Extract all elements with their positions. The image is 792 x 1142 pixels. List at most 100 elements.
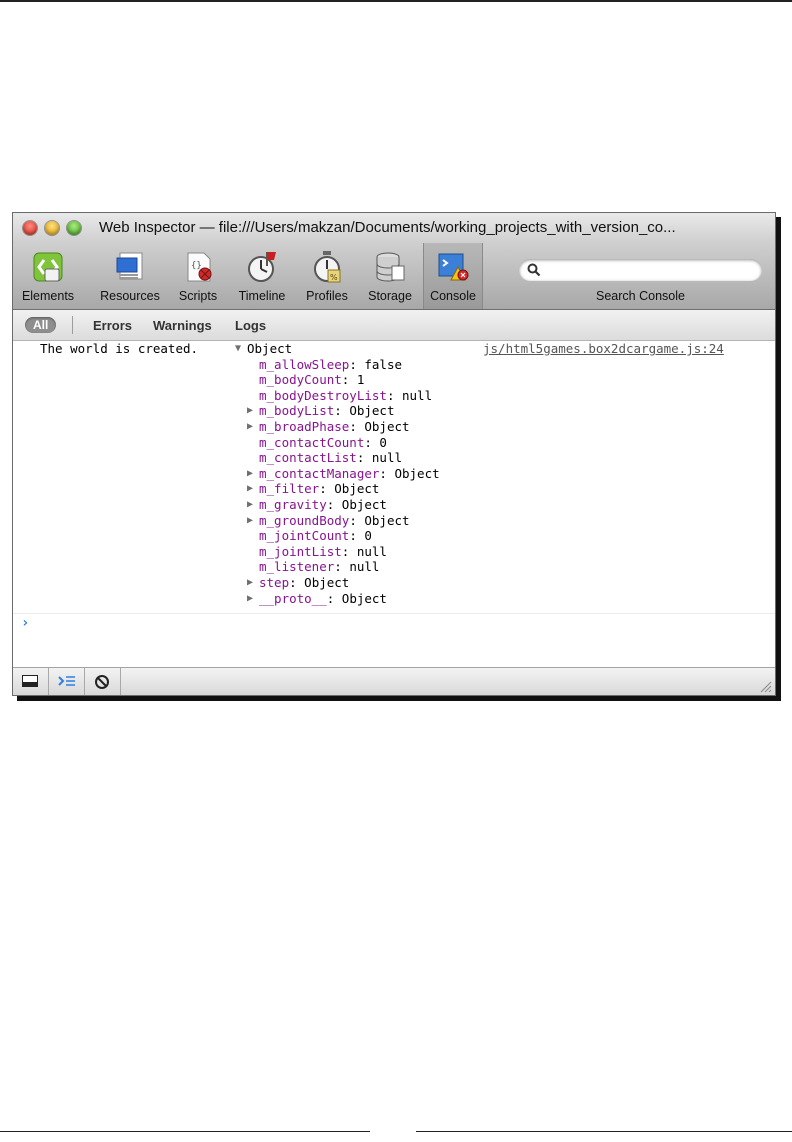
property-label: m_allowSleep: false	[259, 357, 402, 373]
console-filter-bar: All Errors Warnings Logs	[13, 310, 775, 341]
property-value: Object	[364, 512, 410, 528]
property-key: m_filter	[259, 481, 320, 497]
profiles-icon: %	[311, 250, 343, 284]
web-inspector-window: Web Inspector — file:///Users/makzan/Doc…	[12, 212, 776, 696]
property-separator: :	[319, 481, 335, 497]
search-console-input[interactable]	[545, 261, 754, 281]
clear-console-button[interactable]	[85, 668, 121, 695]
property-value: null	[371, 450, 403, 466]
property-value: null	[356, 543, 387, 559]
disclosure-collapsed-icon[interactable]: ▶	[247, 591, 257, 607]
tab-scripts[interactable]: {} Scripts	[173, 243, 223, 309]
minimize-window-button[interactable]	[45, 221, 59, 235]
disclosure-collapsed-icon[interactable]: ▶	[247, 513, 257, 529]
property-label: m_listener: null	[259, 559, 379, 575]
timeline-icon	[246, 250, 278, 284]
tab-resources[interactable]: Resources	[95, 243, 165, 309]
search-icon	[527, 263, 541, 277]
filter-separator	[72, 316, 73, 334]
disclosure-collapsed-icon[interactable]: ▶	[247, 575, 257, 591]
property-label: m_groundBody: Object	[259, 513, 410, 529]
property-label: step: Object	[259, 575, 349, 591]
property-separator: :	[364, 434, 380, 450]
property-value: 0	[364, 528, 372, 544]
property-separator: :	[341, 372, 357, 388]
property-separator: :	[349, 528, 365, 544]
console-icon	[437, 250, 469, 284]
tab-resources-label: Resources	[100, 289, 160, 303]
property-separator: :	[341, 543, 357, 559]
dock-toggle-button[interactable]	[13, 668, 49, 695]
tab-elements[interactable]: Elements	[19, 243, 77, 309]
property-separator: :	[326, 497, 342, 512]
property-value: Object	[364, 419, 410, 434]
property-separator: :	[334, 559, 350, 575]
console-toggle-button[interactable]	[49, 668, 85, 695]
property-separator: :	[334, 403, 350, 419]
property-label: __proto__: Object	[259, 591, 387, 607]
property-label: m_filter: Object	[259, 481, 379, 497]
disclosure-collapsed-icon[interactable]: ▶	[247, 403, 257, 419]
property-value: 1	[356, 372, 365, 388]
property-label: m_contactCount: 0	[259, 435, 387, 451]
console-prompt-list-icon	[58, 676, 75, 686]
toolbar: Elements Resources {} Scripts Timeline %…	[13, 243, 775, 310]
filter-logs-button[interactable]: Logs	[235, 318, 266, 333]
property-key: __proto__	[259, 590, 327, 606]
property-key: m_contactList	[259, 450, 357, 466]
tab-profiles[interactable]: % Profiles	[301, 243, 353, 309]
disclosure-collapsed-icon[interactable]: ▶	[247, 466, 257, 482]
elements-icon	[32, 250, 64, 284]
property-value: 0	[379, 434, 387, 450]
tab-storage-label: Storage	[368, 289, 412, 303]
console-prompt-divider	[13, 613, 775, 614]
console-prompt-input[interactable]	[39, 615, 763, 633]
console-output: The world is created. ▼ Object m_allowSl…	[13, 341, 775, 667]
property-separator: :	[349, 419, 365, 434]
property-key: m_bodyDestroyList	[259, 387, 387, 403]
property-key: m_listener	[259, 559, 335, 575]
property-label: m_jointList: null	[259, 544, 387, 560]
property-value: null	[349, 559, 380, 575]
zoom-window-button[interactable]	[67, 221, 81, 235]
resize-grip-icon[interactable]	[760, 681, 772, 693]
source-file-link[interactable]: js/html5games.box2dcargame.js:24	[483, 341, 724, 357]
property-separator: :	[379, 465, 395, 481]
property-value: Object	[334, 481, 380, 497]
page-bottom-rule-left	[0, 1131, 370, 1132]
close-window-button[interactable]	[23, 221, 37, 235]
disclosure-expanded-icon[interactable]: ▼	[235, 341, 245, 357]
page-bottom-rule-right	[416, 1131, 792, 1132]
disclosure-collapsed-icon[interactable]: ▶	[247, 497, 257, 513]
property-label: m_gravity: Object	[259, 497, 387, 513]
tab-elements-label: Elements	[21, 289, 75, 303]
resources-icon	[114, 250, 146, 284]
search-console-field[interactable]	[519, 259, 762, 281]
property-key: m_bodyList	[259, 403, 335, 419]
property-value: Object	[394, 465, 440, 481]
tab-console[interactable]: Console	[423, 243, 483, 309]
property-separator: :	[289, 575, 305, 590]
filter-warnings-button[interactable]: Warnings	[153, 318, 212, 333]
property-value: Object	[349, 403, 395, 419]
filter-errors-button[interactable]: Errors	[93, 318, 132, 333]
tab-timeline[interactable]: Timeline	[233, 243, 291, 309]
property-label: m_contactList: null	[259, 450, 402, 466]
property-label: m_contactManager: Object	[259, 466, 440, 482]
status-bar	[13, 667, 775, 695]
title-bar[interactable]: Web Inspector — file:///Users/makzan/Doc…	[13, 213, 775, 243]
property-label: m_bodyCount: 1	[259, 372, 364, 388]
object-root-label: Object	[247, 341, 293, 356]
tab-console-label: Console	[430, 289, 476, 303]
disclosure-collapsed-icon[interactable]: ▶	[247, 481, 257, 497]
page-top-rule	[0, 0, 792, 2]
console-message-text: The world is created.	[40, 341, 199, 356]
property-label: m_bodyDestroyList: null	[259, 388, 432, 404]
disclosure-collapsed-icon[interactable]: ▶	[247, 419, 257, 435]
svg-text:%: %	[330, 273, 338, 282]
property-label: m_jointCount: 0	[259, 528, 372, 544]
tab-storage[interactable]: Storage	[363, 243, 417, 309]
filter-all-button[interactable]: All	[25, 317, 57, 333]
tab-scripts-label: Scripts	[178, 289, 218, 303]
scripts-icon: {}	[182, 250, 214, 284]
